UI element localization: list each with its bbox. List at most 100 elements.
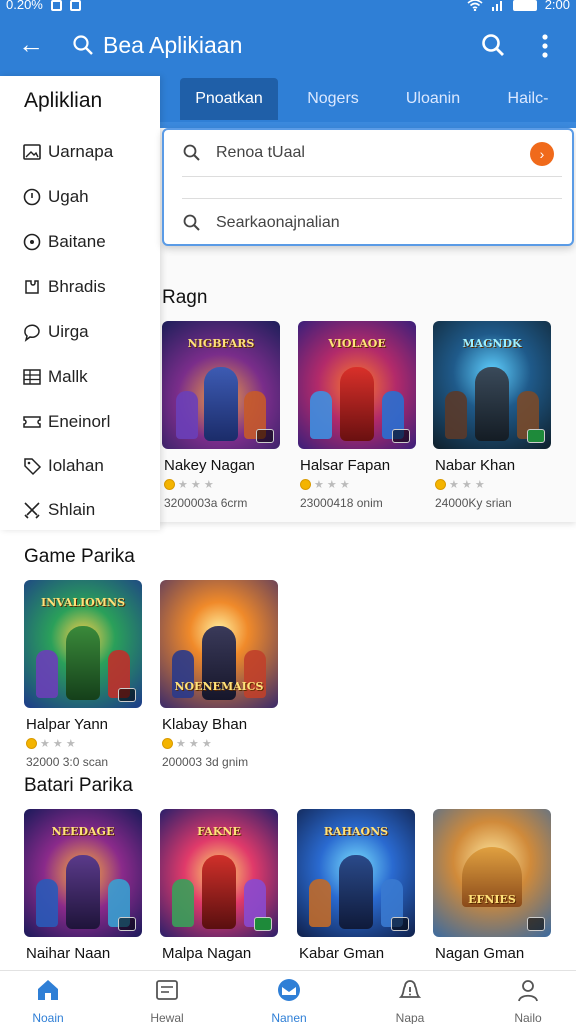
sidebar-item-ugah[interactable]: Ugah [22, 183, 89, 211]
sidebar-item-bhradis[interactable]: Bhradis [22, 273, 106, 301]
section-title-batari: Batari Parika [24, 775, 133, 796]
coin-icon [435, 479, 446, 490]
app-bar: ← Bea Aplikiaan [0, 14, 576, 76]
search-suggestion-2[interactable]: Searkaonajnalian [182, 208, 562, 238]
app-thumbnail[interactable]: RAHAONS [297, 809, 415, 937]
sidebar-item-label: Iolahan [48, 456, 104, 475]
search-icon [183, 144, 200, 161]
app-size: 200003 3d gnim [162, 755, 249, 769]
app-logo-art: MAGNDK [462, 337, 522, 350]
app-thumbnail[interactable]: EFNIES [433, 809, 551, 937]
news-icon [156, 980, 178, 1000]
category-tabs: Pnoatkan Nogers Uloanin Hailc- [160, 76, 576, 122]
battery-icon [512, 0, 537, 11]
app-thumbnail[interactable]: NOENEMAICS [160, 580, 278, 708]
signal-icon [491, 1, 502, 11]
app-size: 3200003a 6crm [164, 496, 248, 510]
search-suggestion-1[interactable]: Renoa tUaal [182, 138, 562, 168]
app-name: Klabay Bhan [162, 716, 248, 733]
tag-icon [24, 458, 42, 476]
app-thumbnail[interactable]: NEEDAGE [24, 809, 142, 937]
platform-badge-icon [256, 429, 274, 443]
app-name: Naihar Naan [26, 945, 111, 962]
app-logo-art: NOENEMAICS [174, 680, 264, 693]
sidebar-item-eneinorl[interactable]: Eneinorl [22, 408, 110, 436]
sidebar-item-uirga[interactable]: Uirga [22, 318, 89, 346]
sidebar-item-label: Eneinorl [48, 412, 111, 431]
divider [182, 198, 562, 199]
status-time-left: 0.20% [6, 0, 43, 12]
app-name: Halsar Fapan [300, 457, 391, 474]
search-icon [73, 35, 93, 55]
search-icon [183, 214, 200, 231]
app-logo-art: RAHAONS [323, 825, 389, 838]
nav-item-noain[interactable]: Noain [3, 977, 93, 1024]
sidebar-item-label: Shlain [48, 500, 96, 519]
status-time-right: 2:00 [544, 0, 570, 12]
nav-item-nanen[interactable]: Nanen [244, 977, 334, 1024]
sidebar-item-label: Mallk [48, 367, 88, 386]
app-screen: 0.20% 2:00 ← Bea Aplikiaan Pnoatkan Noge… [0, 0, 576, 1024]
app-name: Kabar Gman [299, 945, 385, 962]
app-thumbnail[interactable]: FAKNE [160, 809, 278, 937]
tab-pnoatkan[interactable]: Pnoatkan [180, 78, 278, 120]
app-name: Malpa Nagan [162, 945, 252, 962]
search-button-icon[interactable] [480, 32, 506, 58]
app-name: Nakey Nagan [164, 457, 255, 474]
sidebar-item-label: Uirga [48, 322, 89, 341]
platform-badge-icon [527, 917, 545, 931]
tab-hailc[interactable]: Hailc- [488, 78, 568, 120]
nav-label: Noain [32, 1011, 64, 1024]
nav-label: Nailo [514, 1011, 542, 1024]
sidebar-item-shlain[interactable]: Shlain [22, 496, 95, 524]
sidebar-item-uarnapa[interactable]: Uarnapa [22, 138, 113, 166]
nav-item-hewal[interactable]: Hewal [122, 977, 212, 1024]
nav-item-nailo[interactable]: Nailo [483, 977, 573, 1024]
app-logo-art: EFNIES [468, 893, 516, 906]
platform-badge-icon [254, 917, 272, 931]
chat-icon [24, 324, 40, 342]
more-vert-icon[interactable] [534, 32, 556, 60]
search-suggestion-text: Renoa tUaal [216, 144, 305, 161]
nav-item-napa[interactable]: Napa [365, 977, 455, 1024]
platform-badge-icon [118, 917, 136, 931]
app-size: 23000418 onim [300, 496, 383, 510]
tab-uloanin[interactable]: Uloanin [388, 78, 478, 120]
sidebar-item-label: Ugah [48, 187, 89, 206]
mail-icon [278, 979, 300, 1001]
app-thumbnail[interactable]: VIOLAOE [298, 321, 416, 449]
sidebar-item-label: Uarnapa [48, 142, 114, 161]
sidebar-item-baitane[interactable]: Baitane [22, 228, 106, 256]
back-arrow-icon[interactable]: ← [18, 30, 44, 58]
image-icon [23, 144, 41, 160]
sidebar-item-iolahan[interactable]: Iolahan [22, 452, 104, 480]
rating-stars: ★ ★ ★ [162, 737, 212, 750]
app-thumbnail[interactable]: MAGNDK [433, 321, 551, 449]
app-thumbnail[interactable]: INVALIOMNS [24, 580, 142, 708]
ticket-icon [23, 416, 41, 428]
arrow-badge-icon[interactable]: › [530, 142, 554, 166]
rating-stars: ★ ★ ★ [300, 478, 350, 491]
wifi-icon [467, 0, 483, 11]
sidebar-item-label: Baitane [48, 232, 106, 251]
grid-icon [23, 369, 41, 385]
section-title-rag: Ragn [162, 287, 208, 308]
alert-icon [398, 980, 422, 998]
tab-nogers[interactable]: Nogers [288, 78, 378, 120]
app-thumbnail[interactable]: NIGBFARS [162, 321, 280, 449]
coin-icon [26, 738, 37, 749]
app-name: Nagan Gman [435, 945, 525, 962]
app-logo-art: VIOLAOE [328, 337, 386, 350]
bottom-navigation: Noain Hewal Nanen Napa Nailo [0, 970, 576, 1024]
home-icon [38, 980, 58, 1000]
coin-icon [162, 738, 173, 749]
nav-label: Nanen [271, 1011, 307, 1024]
search-suggestions-panel: Renoa tUaal › Searkaonajnalian [162, 128, 574, 246]
search-suggestion-text: Searkaonajnalian [216, 214, 340, 231]
app-name: Nabar Khan [435, 457, 516, 474]
sidebar-item-label: Bhradis [48, 277, 106, 296]
image-notification-icon [69, 0, 81, 11]
coin-icon [300, 479, 311, 490]
sidebar-item-mallk[interactable]: Mallk [22, 363, 88, 391]
app-logo-art: FAKNE [197, 825, 241, 838]
